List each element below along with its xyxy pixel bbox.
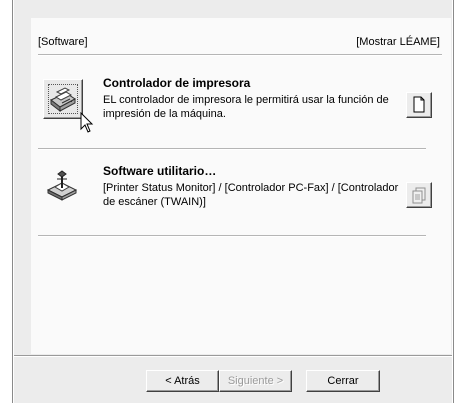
printer-icon (50, 87, 76, 113)
dialog-left-highlight (13, 0, 14, 403)
installer-dialog: [Software] [Mostrar LÉAME] Controlador d… (12, 0, 454, 403)
dialog-right-highlight (452, 0, 453, 403)
printer-driver-readme-button[interactable] (406, 92, 432, 118)
utility-software-title: Software utilitario… (103, 164, 217, 178)
item-divider-2-highlight (38, 236, 426, 237)
show-readme-link[interactable]: [Mostrar LÉAME] (356, 36, 440, 48)
dialog-right-border (453, 0, 454, 403)
utility-software-desc-line2: de escáner (TWAIN)] (103, 196, 206, 208)
back-button[interactable]: < Atrás (146, 370, 219, 392)
printer-driver-desc-line2: impresión de la máquina. (103, 108, 226, 120)
close-button-label: Cerrar (327, 375, 359, 387)
utility-software-desc-line1: [Printer Status Monitor] / [Controlador … (103, 182, 399, 194)
utility-software-button[interactable] (43, 168, 81, 206)
next-button[interactable]: Siguiente > (219, 370, 292, 392)
printer-driver-button[interactable] (43, 79, 83, 119)
printer-driver-desc-line1: EL controlador de impresora le permitirá… (103, 94, 389, 106)
utility-software-readme-button[interactable] (406, 182, 432, 208)
documents-icon (412, 187, 426, 204)
mouse-cursor-icon (80, 112, 94, 133)
software-label: [Software] (38, 36, 88, 48)
item-divider-1-highlight (38, 149, 426, 150)
header-divider-highlight (38, 55, 442, 56)
document-icon (413, 96, 425, 113)
next-button-label: Siguiente > (227, 375, 284, 387)
footer-divider-highlight (14, 356, 452, 357)
utility-software-icon (46, 170, 78, 201)
close-button[interactable]: Cerrar (306, 370, 380, 392)
printer-driver-title: Controlador de impresora (103, 76, 251, 90)
back-button-label: < Atrás (165, 375, 200, 387)
